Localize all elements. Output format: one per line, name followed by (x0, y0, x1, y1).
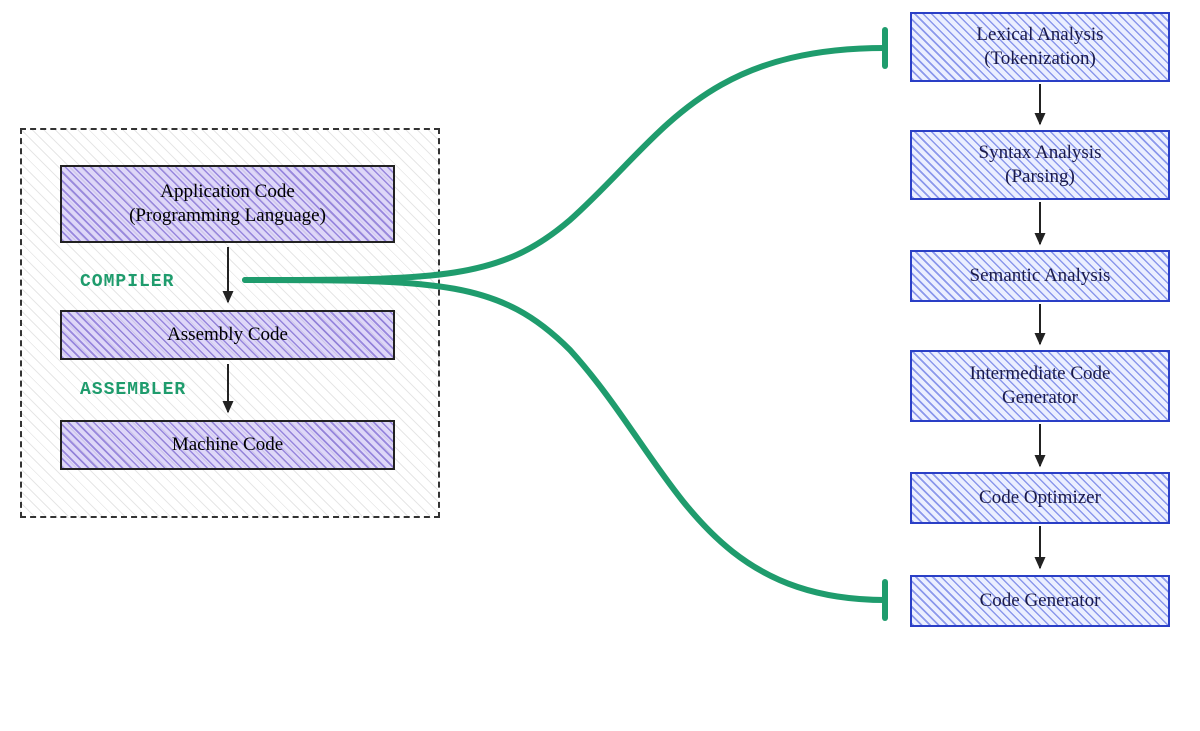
box-code-generator: Code Generator (910, 575, 1170, 627)
box-code-optimizer: Code Optimizer (910, 472, 1170, 524)
label-intermediate: Intermediate Code Generator (970, 362, 1111, 410)
diagram-canvas: Application Code (Programming Language) … (0, 0, 1200, 731)
box-intermediate-generator: Intermediate Code Generator (910, 350, 1170, 422)
label-semantic: Semantic Analysis (970, 264, 1111, 288)
label-generator: Code Generator (980, 589, 1101, 613)
label-assembly-code: Assembly Code (167, 323, 288, 347)
label-machine-code: Machine Code (172, 433, 283, 457)
box-semantic-analysis: Semantic Analysis (910, 250, 1170, 302)
box-syntax-analysis: Syntax Analysis (Parsing) (910, 130, 1170, 200)
box-assembly-code: Assembly Code (60, 310, 395, 360)
box-machine-code: Machine Code (60, 420, 395, 470)
label-lexical: Lexical Analysis (Tokenization) (976, 23, 1103, 71)
label-compiler: COMPILER (80, 272, 174, 292)
label-syntax: Syntax Analysis (Parsing) (979, 141, 1102, 189)
label-application-code: Application Code (Programming Language) (129, 180, 326, 228)
box-lexical-analysis: Lexical Analysis (Tokenization) (910, 12, 1170, 82)
box-application-code: Application Code (Programming Language) (60, 165, 395, 243)
label-optimizer: Code Optimizer (979, 486, 1101, 510)
label-assembler: ASSEMBLER (80, 380, 186, 400)
